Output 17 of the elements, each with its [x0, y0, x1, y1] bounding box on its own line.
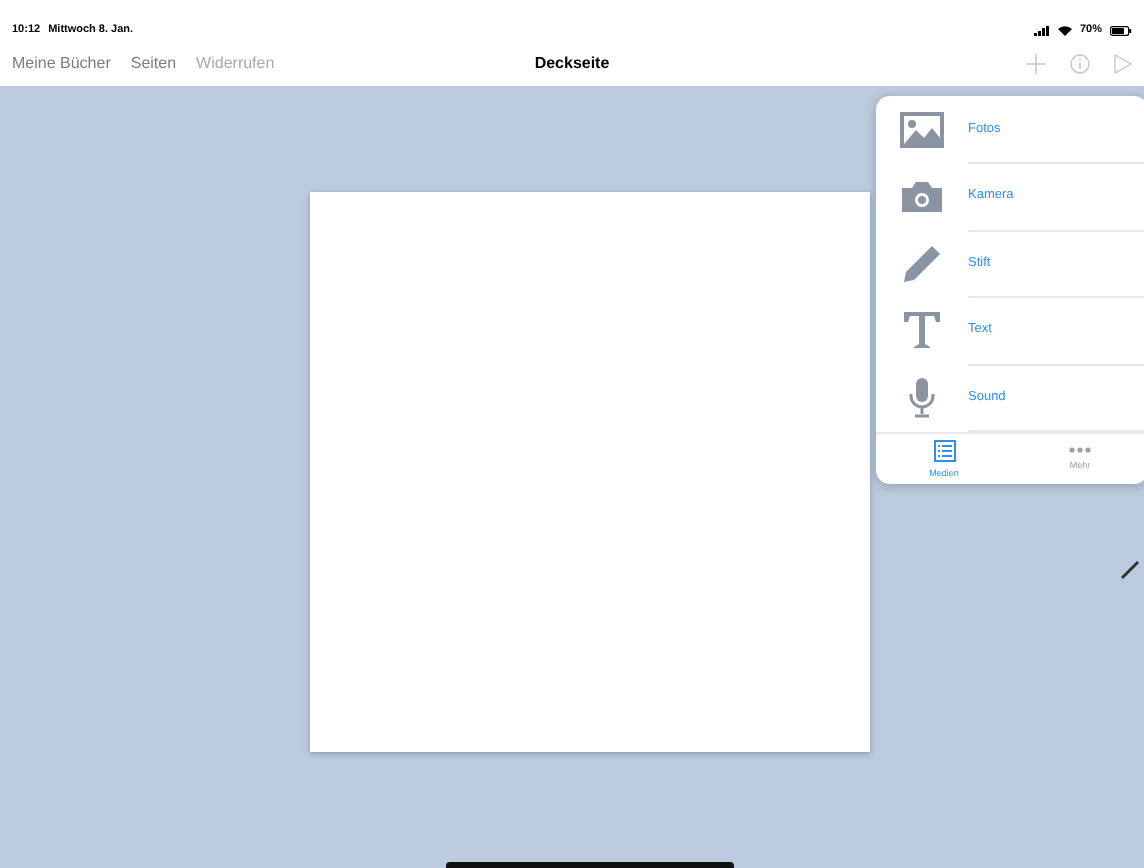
camera-icon	[900, 180, 944, 213]
signal-icon	[1033, 25, 1050, 35]
plus-icon[interactable]	[1026, 53, 1046, 73]
nav-button[interactable]: Meine Bücher	[12, 54, 111, 72]
letter-t-icon	[902, 310, 942, 351]
play-icon[interactable]	[1114, 53, 1132, 73]
info-icon[interactable]	[1070, 53, 1090, 73]
nav-button[interactable]: Seiten	[130, 54, 177, 72]
pencil-icon	[902, 243, 942, 284]
microphone-icon	[908, 376, 936, 419]
battery-icon	[1110, 25, 1132, 35]
more-icon	[1068, 446, 1092, 454]
image-icon	[900, 111, 944, 148]
list-icon	[933, 439, 955, 461]
page-title: Deckseite	[534, 54, 610, 72]
wifi-icon	[1057, 25, 1072, 35]
handle-line	[1120, 560, 1140, 580]
